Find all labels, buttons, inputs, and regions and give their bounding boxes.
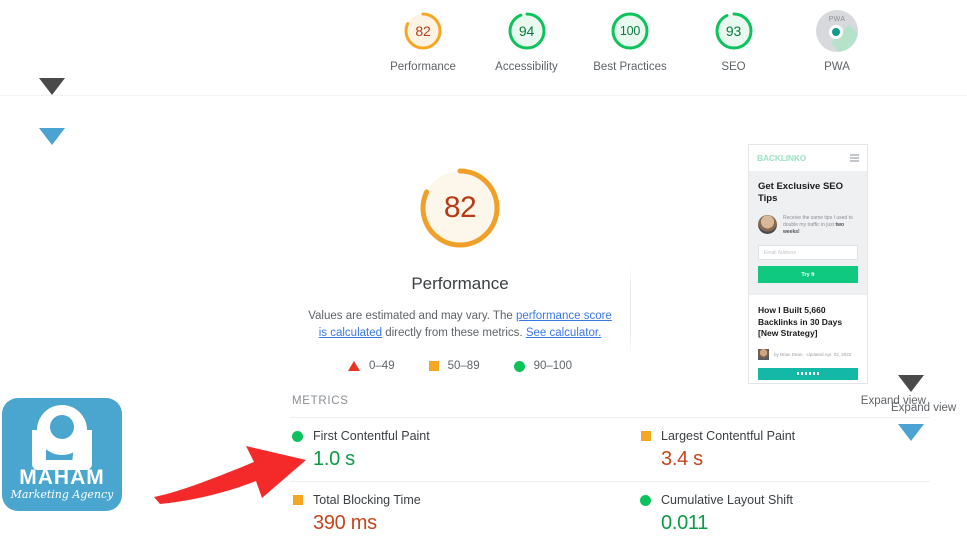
preview-headline: Get Exclusive SEO Tips bbox=[758, 181, 844, 204]
watermark-name: MAHAM bbox=[19, 466, 105, 489]
score-label-pwa: PWA bbox=[824, 61, 850, 73]
avatar bbox=[758, 215, 777, 234]
performance-panel: 82 Performance Values are estimated and … bbox=[290, 140, 630, 390]
performance-note: Values are estimated and may vary. The p… bbox=[304, 308, 616, 342]
metric-value: 1.0 s bbox=[313, 448, 355, 470]
preview-bottom-bar bbox=[758, 367, 858, 380]
marker-triangle-blue-left bbox=[39, 128, 65, 145]
metric-value: 3.4 s bbox=[661, 448, 703, 470]
see-calculator-link[interactable]: See calculator. bbox=[526, 327, 601, 339]
metric-total-blocking-time[interactable]: Total Blocking Time 390 ms bbox=[290, 481, 638, 545]
preview-article-title: How I Built 5,660 Backlinks in 30 Days [… bbox=[758, 305, 843, 338]
accessibility-mini-score: 94 bbox=[518, 23, 535, 39]
performance-gauge: 82 bbox=[414, 162, 506, 254]
performance-gauge-score: 82 bbox=[443, 191, 477, 224]
performance-mini-gauge: 82 bbox=[402, 10, 444, 52]
backlinko-logo: BACKLINKO bbox=[757, 153, 806, 163]
author-avatar bbox=[758, 348, 769, 360]
legend-range-average: 50–89 bbox=[447, 360, 480, 372]
metric-name: Largest Contentful Paint bbox=[661, 429, 796, 443]
pwa-check-dot-icon bbox=[829, 25, 843, 39]
metric-name: Total Blocking Time bbox=[313, 493, 421, 507]
note-text-2: directly from these metrics. bbox=[382, 327, 526, 339]
performance-heading: Performance bbox=[411, 274, 509, 293]
legend-range-good: 90–100 bbox=[533, 360, 572, 372]
preview-cta-button[interactable]: Try It bbox=[758, 266, 858, 283]
legend-range-poor: 0–49 bbox=[369, 360, 395, 372]
maham-mark-icon bbox=[32, 405, 92, 470]
marker-triangle-dark-left bbox=[39, 78, 65, 95]
expand-view-annotation-label: Expand view bbox=[891, 402, 957, 414]
score-item-accessibility[interactable]: 94 Accessibility bbox=[484, 10, 570, 73]
preview-email-field[interactable]: Email Address bbox=[758, 245, 858, 260]
metrics-header: METRICS Expand view bbox=[290, 395, 930, 407]
accessibility-mini-gauge: 94 bbox=[506, 10, 548, 52]
preview-hero: Get Exclusive SEO Tips Receive the same … bbox=[749, 171, 867, 295]
category-scores-row: 82 Performance 94 Accessibility 100 Best… bbox=[380, 10, 880, 90]
seo-mini-score: 93 bbox=[725, 23, 742, 39]
red-arrow-annotation bbox=[154, 446, 306, 504]
score-item-performance[interactable]: 82 Performance bbox=[380, 10, 466, 73]
performance-report: 82 Performance Values are estimated and … bbox=[290, 140, 930, 550]
mobile-preview-thumbnail[interactable]: BACKLINKO Get Exclusive SEO Tips Receive… bbox=[748, 144, 868, 384]
marker-triangle-dark-right bbox=[898, 375, 924, 392]
preview-byline-row: by Brian Dean · Updated Apr. 02, 2022 bbox=[758, 348, 858, 360]
panel-divider bbox=[630, 265, 631, 355]
metric-value: 0.011 bbox=[661, 512, 709, 534]
strip-divider bbox=[0, 95, 967, 96]
legend-item-poor: 0–49 bbox=[348, 360, 395, 372]
metrics-title: METRICS bbox=[292, 395, 349, 407]
preview-blurb: Receive the same tips I used to double m… bbox=[783, 215, 858, 236]
circle-icon bbox=[640, 494, 651, 506]
note-text-1: Values are estimated and may vary. The bbox=[308, 310, 516, 322]
metric-first-contentful-paint[interactable]: First Contentful Paint 1.0 s bbox=[290, 417, 638, 481]
hamburger-menu-icon bbox=[850, 154, 859, 162]
metric-name: Cumulative Layout Shift bbox=[661, 493, 794, 507]
score-item-pwa[interactable]: PWA PWA bbox=[794, 10, 880, 73]
best-practices-mini-gauge: 100 bbox=[609, 10, 651, 52]
preview-byline: by Brian Dean · Updated Apr. 02, 2022 bbox=[774, 351, 852, 357]
metric-cumulative-layout-shift[interactable]: Cumulative Layout Shift 0.011 bbox=[638, 481, 930, 545]
watermark-tagline: Marketing Agency bbox=[10, 488, 114, 501]
score-item-seo[interactable]: 93 SEO bbox=[691, 10, 777, 73]
score-label-best-practices: Best Practices bbox=[593, 61, 667, 73]
maham-watermark-logo: MAHAM Marketing Agency bbox=[2, 398, 122, 511]
preview-blurb-row: Receive the same tips I used to double m… bbox=[758, 215, 858, 236]
legend-item-good: 90–100 bbox=[513, 360, 572, 372]
best-practices-mini-score: 100 bbox=[619, 24, 641, 38]
score-label-seo: SEO bbox=[721, 61, 746, 73]
square-icon bbox=[640, 431, 651, 441]
marker-triangle-blue-right bbox=[898, 424, 924, 441]
metric-largest-contentful-paint[interactable]: Largest Contentful Paint 3.4 s bbox=[638, 417, 930, 481]
circle-icon bbox=[513, 360, 525, 372]
preview-article: How I Built 5,660 Backlinks in 30 Days [… bbox=[749, 295, 867, 380]
preview-logo-accent: O bbox=[799, 153, 807, 163]
pwa-badge-text: PWA bbox=[828, 16, 846, 23]
metrics-grid: First Contentful Paint 1.0 s Largest Con… bbox=[290, 417, 930, 545]
pwa-badge-icon: PWA bbox=[816, 10, 858, 52]
score-legend: 0–49 50–89 90–100 bbox=[348, 360, 572, 372]
category-scores-strip: 82 Performance 94 Accessibility 100 Best… bbox=[0, 0, 967, 96]
score-label-performance: Performance bbox=[390, 61, 456, 73]
score-label-accessibility: Accessibility bbox=[495, 61, 558, 73]
legend-item-average: 50–89 bbox=[428, 360, 480, 372]
seo-mini-gauge: 93 bbox=[713, 10, 755, 52]
performance-mini-score: 82 bbox=[415, 23, 431, 39]
square-icon bbox=[428, 361, 439, 371]
preview-header: BACKLINKO bbox=[749, 145, 867, 171]
triangle-icon bbox=[348, 361, 361, 371]
metric-value: 390 ms bbox=[313, 512, 377, 534]
score-item-best-practices[interactable]: 100 Best Practices bbox=[587, 10, 673, 73]
metrics-section: METRICS Expand view First Contentful Pai… bbox=[290, 395, 930, 545]
metric-name: First Contentful Paint bbox=[313, 429, 430, 443]
preview-logo-text: BACKLINK bbox=[757, 153, 800, 163]
